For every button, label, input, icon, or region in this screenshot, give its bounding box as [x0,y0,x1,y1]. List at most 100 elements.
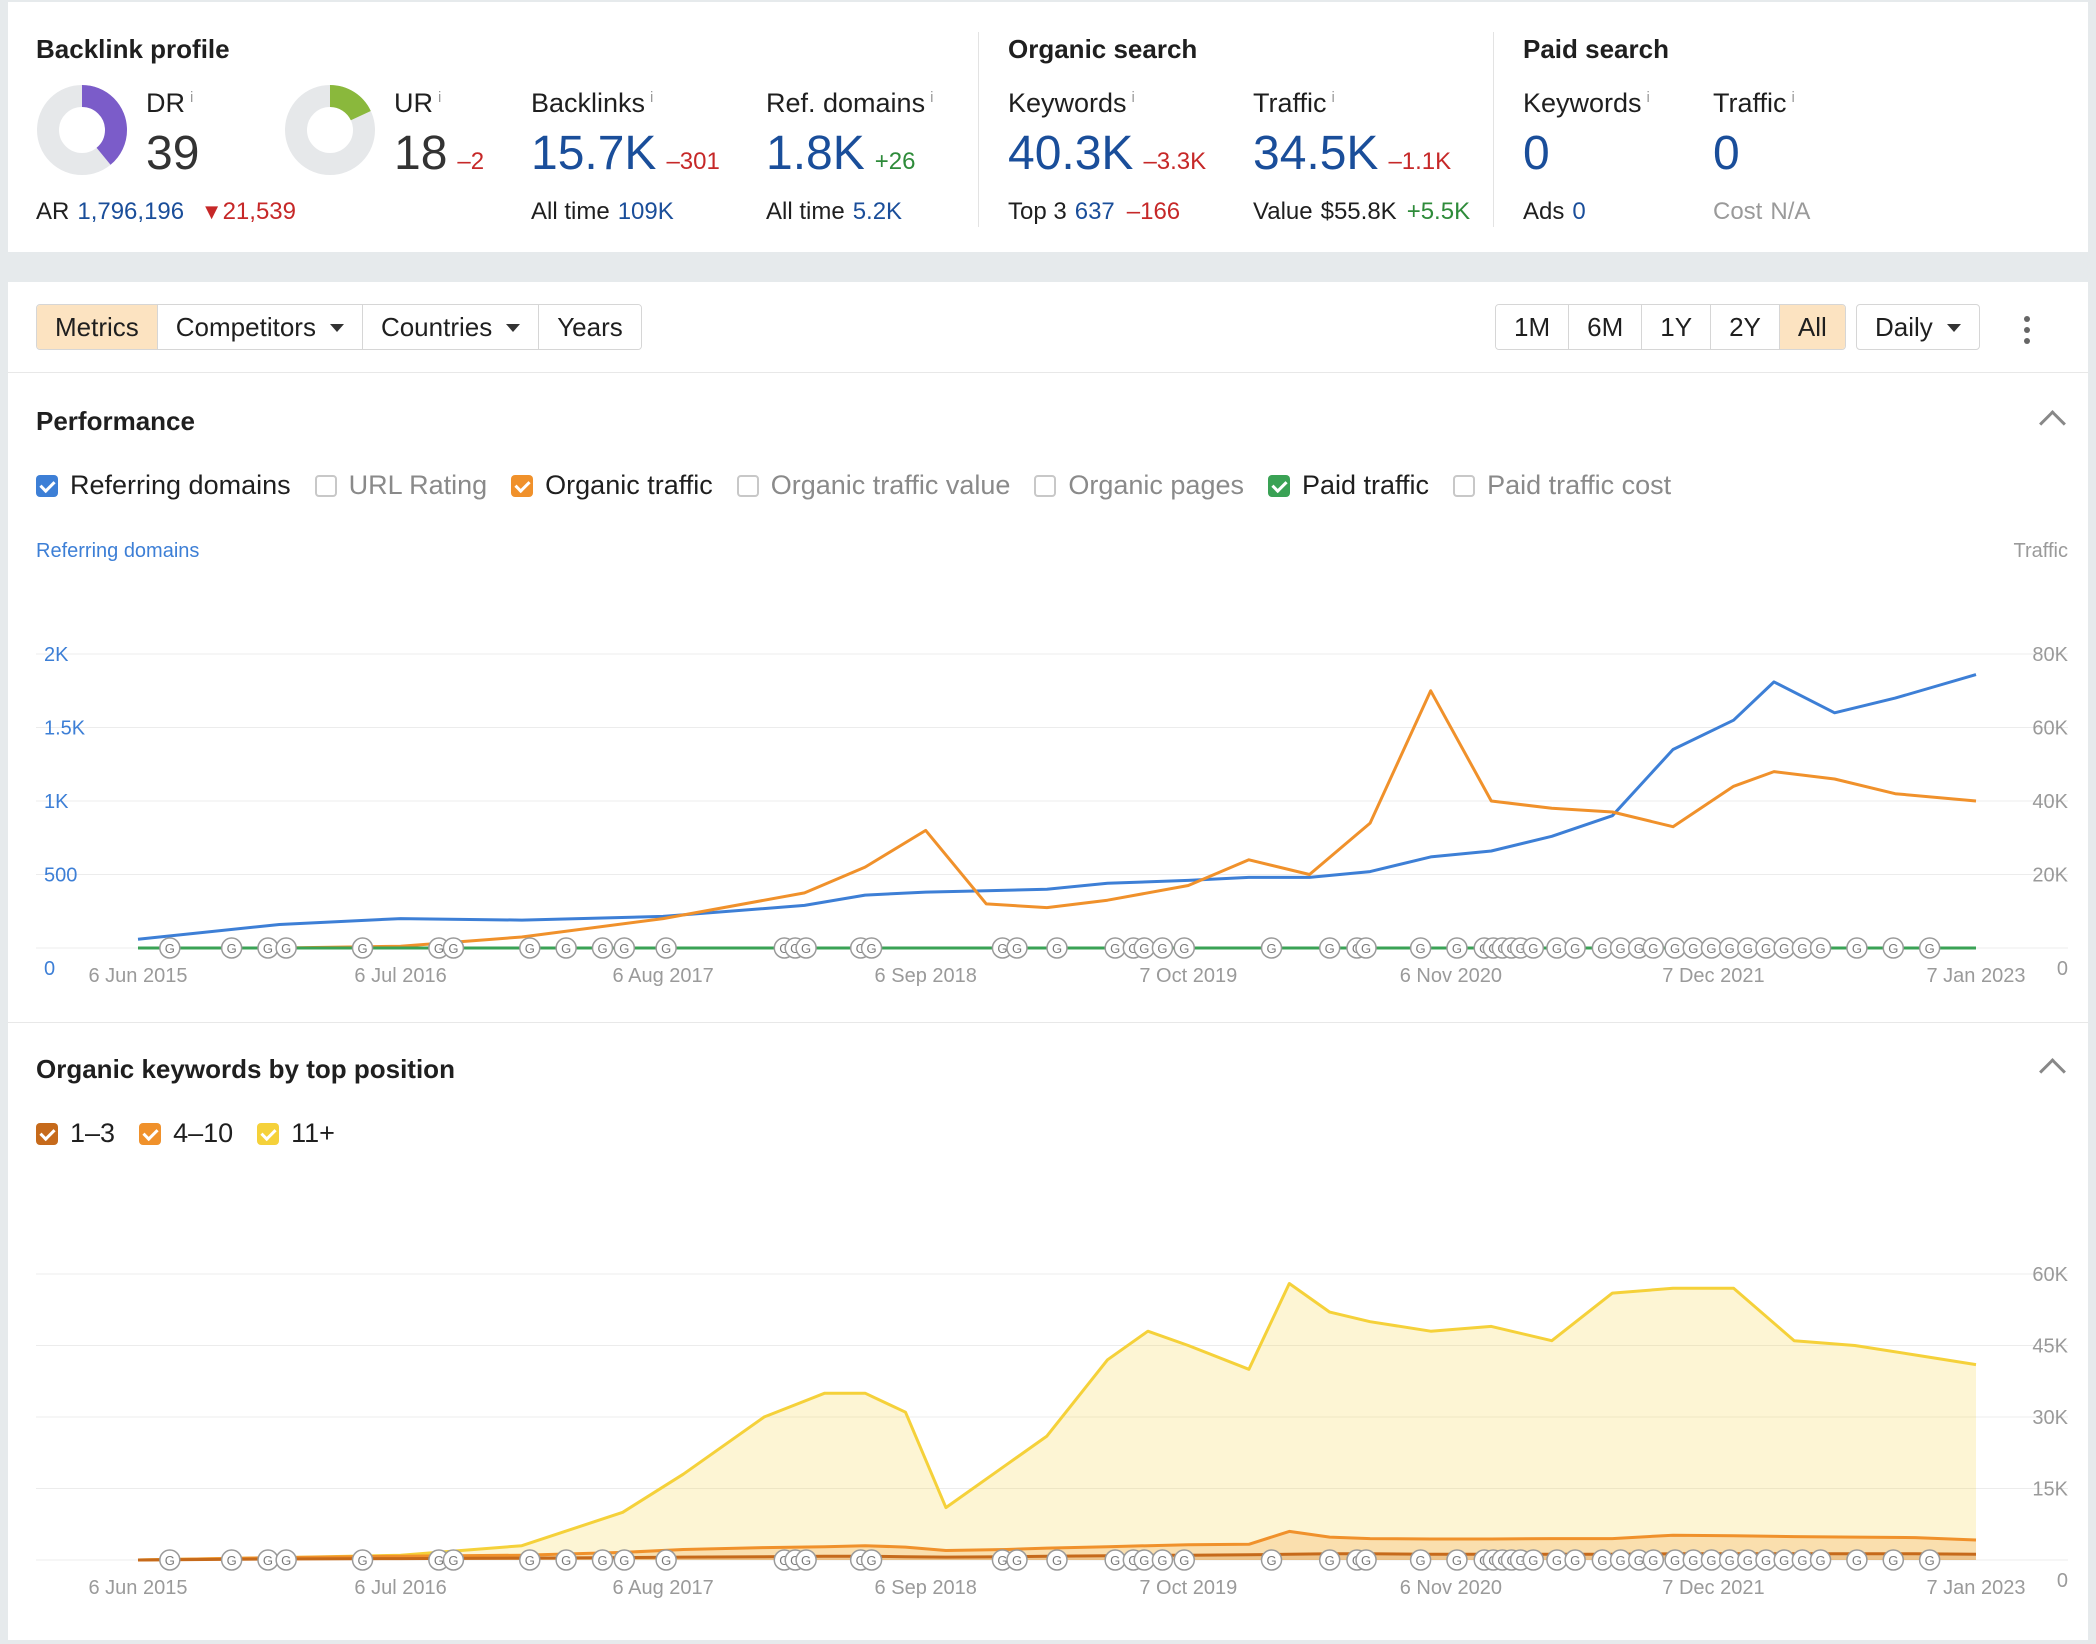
range-6m[interactable]: 6M [1569,305,1643,349]
y-left-tick-label: 500 [44,865,77,887]
backlinks-all-time: All time 109K [531,198,674,225]
google-update-glyph: G [1452,941,1462,956]
google-update-glyph: G [1634,1553,1644,1568]
range-1y[interactable]: 1Y [1642,305,1712,349]
tab-metrics[interactable]: Metrics [37,305,158,349]
tab-years[interactable]: Years [539,305,641,349]
google-update-glyph: G [1688,941,1698,956]
google-update-glyph: G [434,1553,444,1568]
toggle-url-rating[interactable]: URL Rating [314,470,487,501]
google-update-glyph: G [1361,1553,1371,1568]
google-update-glyph: G [1706,941,1716,956]
caret-down-icon [1946,324,1961,332]
interval-dropdown[interactable]: Daily [1856,304,1980,350]
y-right-tick-label: 20K [2032,865,2068,887]
kebab-icon[interactable] [2024,316,2030,349]
google-update-glyph: G [619,1553,629,1568]
x-tick-label: 6 Sep 2018 [875,1577,977,1599]
checkbox-icon [1453,474,1476,497]
ref-domains-value[interactable]: 1.8K +26 [766,126,915,181]
keywords-section-title: Organic keywords by top position [36,1054,455,1084]
google-update-glyph: G [1139,941,1149,956]
checkbox-icon [36,474,58,497]
x-tick-label: 7 Oct 2019 [1139,965,1237,987]
google-update-glyph: G [1139,1553,1149,1568]
toggle-organic-traffic[interactable]: Organic traffic [511,470,713,501]
series-line-organic-traffic [138,689,1977,950]
google-update-glyph: G [1797,1553,1807,1568]
google-update-glyph: G [1888,1553,1898,1568]
toggle-pos-1-3[interactable]: 1–3 [36,1118,115,1149]
x-tick-label: 6 Nov 2020 [1400,965,1502,987]
google-update-glyph: G [661,941,671,956]
google-update-glyph: G [1110,1553,1120,1568]
google-update-glyph: G [1797,941,1807,956]
google-update-glyph: G [1012,941,1022,956]
info-icon: i [1646,89,1650,106]
google-update-glyph: G [1925,1553,1935,1568]
google-update-glyph: G [1852,941,1862,956]
y-right-tick-label: 60K [2032,1264,2068,1286]
divider [1493,32,1494,227]
toggle-pos-4-10[interactable]: 4–10 [139,1118,233,1149]
google-update-glyph: G [227,941,237,956]
checkbox-icon [257,1122,280,1145]
checkbox-icon [511,474,534,497]
chevron-up-icon[interactable] [2039,1058,2066,1085]
paid-traffic-value[interactable]: 0 [1713,126,1740,181]
toggle-paid-traffic-cost[interactable]: Paid traffic cost [1453,470,1671,501]
keywords-chart[interactable]: 0 15K 30K 45K 60K 6 Jun 2015 6 Jul 2016 6 Aug 2… [8,1182,2088,1622]
tab-countries[interactable]: Countries [362,305,540,349]
google-update-glyph: G [1648,941,1658,956]
x-tick-label: 6 Nov 2020 [1400,1577,1502,1599]
summary-card: Backlink profile DR i 39 UR i 18 –2 AR 1,796… [8,2,2088,252]
google-update-glyph: G [1266,941,1276,956]
google-update-glyph: G [1670,1553,1680,1568]
google-update-glyph: G [1552,1553,1562,1568]
toggle-organic-traffic-value[interactable]: Organic traffic value [736,470,1010,501]
view-tabs: Metrics Competitors Countries Years [36,304,642,350]
toggle-referring-domains[interactable]: Referring domains [36,470,291,501]
performance-metric-toggles: Referring domains URL Rating Organic tra… [36,470,1695,501]
google-update-glyph: G [1743,941,1753,956]
google-update-glyph: G [1761,1553,1771,1568]
range-2y[interactable]: 2Y [1711,305,1780,349]
y-left-tick-label: 2K [44,644,69,666]
dr-value: 39 [146,127,200,180]
ar-row: AR 1,796,196 ▼21,539 [36,198,296,225]
google-update-glyph: G [357,1553,367,1568]
range-1m[interactable]: 1M [1496,305,1570,349]
chevron-up-icon[interactable] [2039,410,2066,437]
info-icon: i [1791,89,1795,106]
google-update-glyph: G [801,1553,811,1568]
google-update-glyph: G [281,1553,291,1568]
ur-label: UR i [394,88,442,118]
toggle-paid-traffic[interactable]: Paid traffic [1267,470,1429,501]
y-right-tick-label: 80K [2032,644,2068,666]
google-update-glyph: G [1570,1553,1580,1568]
checkbox-icon [139,1122,162,1145]
paid-keywords-label: Keywords i [1523,88,1650,118]
google-update-glyph: G [1779,1553,1789,1568]
checkbox-icon [314,474,337,497]
tab-competitors[interactable]: Competitors [157,305,363,349]
organic-keywords-value[interactable]: 40.3K –3.3K [1008,126,1206,181]
down-triangle-icon: ▼ [200,199,223,224]
toggle-pos-11-plus[interactable]: 11+ [257,1118,335,1149]
performance-chart[interactable]: 0 500 1K 1.5K 2K 0 20K 40K 60K 80K 6 Jun 2015 6 Jul… [8,572,2088,1002]
organic-keywords-label: Keywords i [1008,88,1135,118]
google-update-glyph: G [1179,941,1189,956]
y-left-tick-label: 1K [44,791,69,813]
x-tick-label: 7 Jan 2023 [1927,1577,2026,1599]
toggle-organic-pages[interactable]: Organic pages [1034,470,1244,501]
backlinks-value[interactable]: 15.7K –301 [531,126,720,181]
organic-traffic-value[interactable]: 34.5K –1.1K [1253,126,1451,181]
organic-traffic-value-row: Value $55.8K +5.5K [1253,198,1471,225]
google-update-glyph: G [1528,1553,1538,1568]
google-update-glyph: G [1570,941,1580,956]
google-update-glyph: G [1266,1553,1276,1568]
ref-domains-label: Ref. domains i [766,88,934,118]
dr-label: DR i [146,88,194,118]
paid-keywords-value[interactable]: 0 [1523,126,1550,181]
range-all[interactable]: All [1779,305,1845,349]
